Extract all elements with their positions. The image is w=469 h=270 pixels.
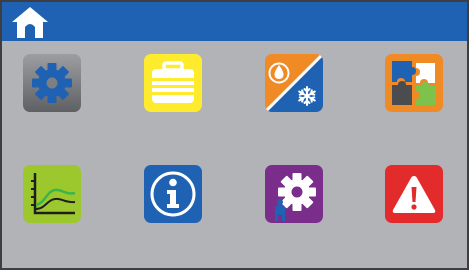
flame-snowflake-icon	[265, 54, 323, 112]
heat-cool-tile[interactable]	[265, 54, 323, 112]
warning-icon	[385, 165, 443, 223]
case-tile[interactable]	[144, 54, 202, 112]
home-button[interactable]	[10, 5, 50, 39]
puzzle-tile[interactable]	[385, 54, 443, 112]
line-graph-icon	[23, 165, 81, 223]
main-screen	[0, 0, 469, 270]
home-icon	[12, 7, 48, 38]
info-tile[interactable]	[144, 165, 202, 223]
info-icon	[144, 165, 202, 223]
service-gear-icon	[265, 165, 323, 223]
gear-icon	[23, 54, 81, 112]
graph-tile[interactable]	[23, 165, 81, 223]
alarm-tile[interactable]	[385, 165, 443, 223]
suitcase-icon	[144, 54, 202, 112]
settings-tile[interactable]	[23, 54, 81, 112]
puzzle-icon	[385, 54, 443, 112]
service-tile[interactable]	[265, 165, 323, 223]
top-bar	[2, 2, 467, 41]
